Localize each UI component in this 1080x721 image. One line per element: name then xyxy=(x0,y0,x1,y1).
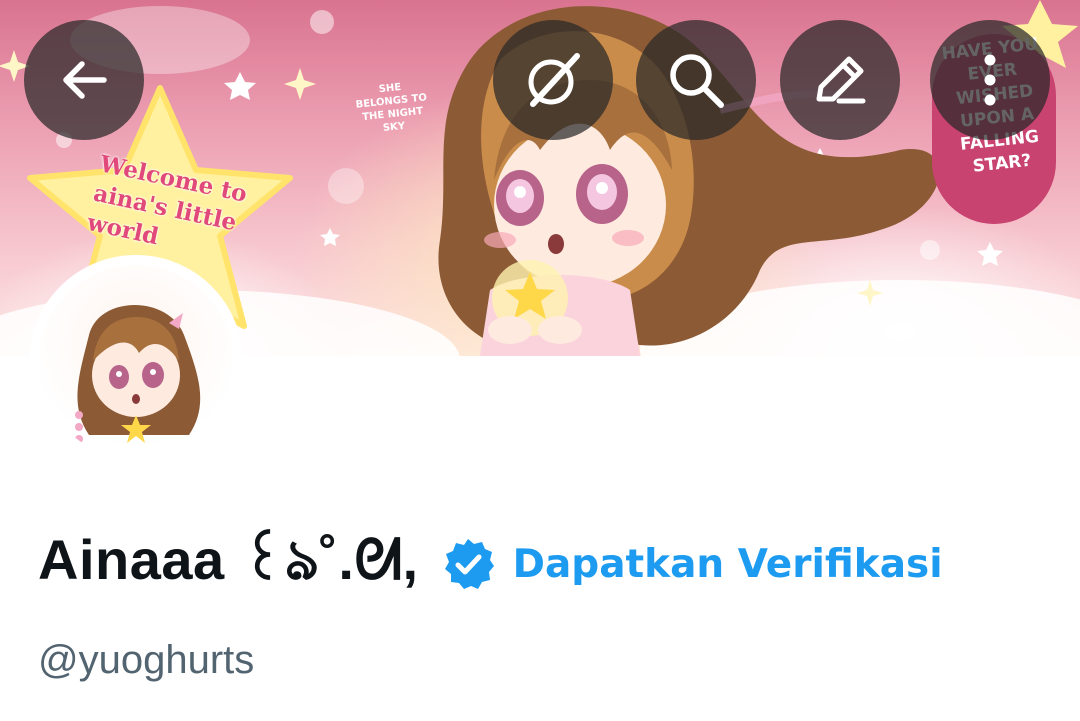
display-name: Ainaaa ꒰ঌ˚.ᘛ, xyxy=(38,528,419,591)
profile-name-row: Ainaaa ꒰ঌ˚.ᘛ, Dapatkan Verifikasi xyxy=(38,528,943,600)
edit-button[interactable] xyxy=(780,20,900,140)
grok-slash-icon xyxy=(528,53,580,107)
more-vertical-icon xyxy=(984,54,996,106)
arrow-left-icon xyxy=(63,61,107,99)
username-handle: @yuoghurts xyxy=(38,638,255,682)
avatar-image xyxy=(39,265,233,459)
search-icon xyxy=(670,54,724,108)
pencil-icon xyxy=(816,56,866,104)
back-button[interactable] xyxy=(24,20,144,140)
profile-avatar[interactable] xyxy=(29,255,243,469)
more-options-button[interactable] xyxy=(930,20,1050,140)
avatar-illustration xyxy=(75,305,201,443)
search-button[interactable] xyxy=(636,20,756,140)
grok-button[interactable] xyxy=(493,20,613,140)
verified-badge-icon[interactable] xyxy=(441,537,495,591)
get-verified-link[interactable]: Dapatkan Verifikasi xyxy=(513,542,943,587)
banner-caption-text: SHE BELONGS TO THE NIGHT SKY xyxy=(355,81,428,135)
